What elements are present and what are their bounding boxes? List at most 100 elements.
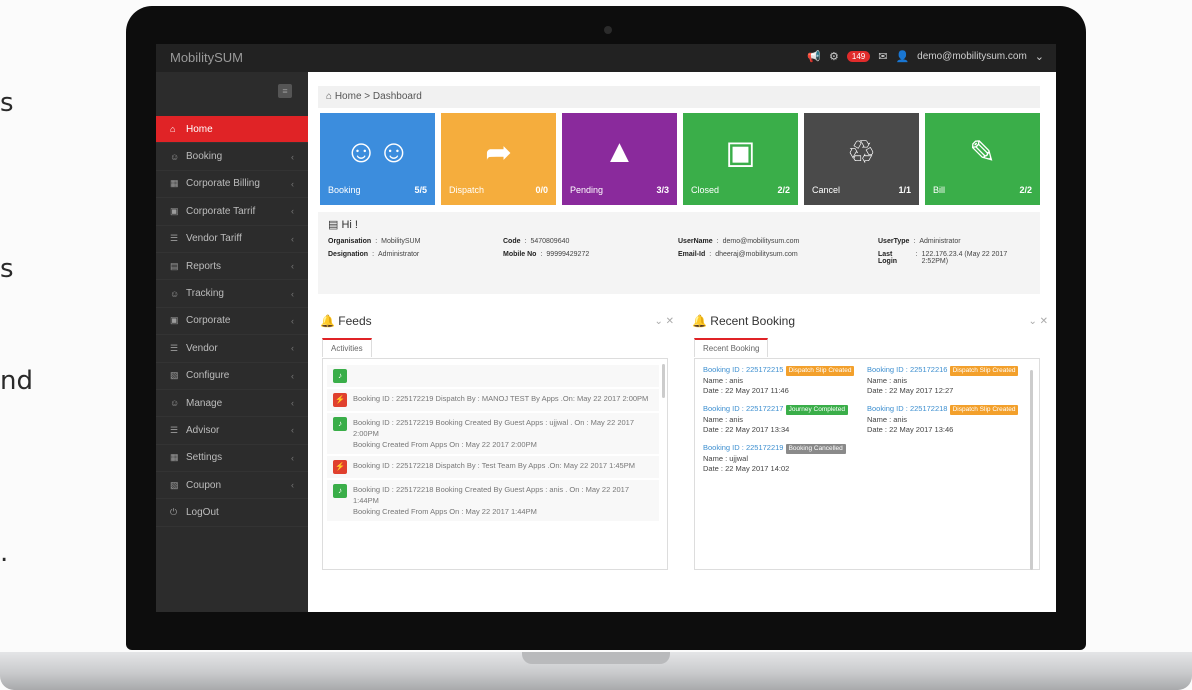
feed-item: ♪ Booking ID : 225172219 Booking Created … [327, 413, 659, 454]
tab-recent-booking[interactable]: Recent Booking [694, 338, 769, 357]
booking-card: Booking ID : 225172215 Dispatch Slip Cre… [703, 365, 867, 396]
settings-icon[interactable]: ⚙ [829, 50, 839, 63]
profile-label: Code [503, 238, 521, 245]
chevron-left-icon: ‹ [291, 425, 294, 436]
tile-label: Bill [933, 185, 946, 195]
collapse-icon[interactable]: ⌄ [654, 316, 662, 327]
tile-pending[interactable]: ▲ Pending 3/3 [562, 113, 677, 205]
user-icon: ☺ [170, 398, 180, 409]
users-icon: ☺☺ [344, 133, 411, 169]
colon: : [524, 238, 527, 245]
panel-controls: ⌄ ✕ [1028, 316, 1048, 327]
power-icon: ⏻ [170, 507, 178, 518]
booking-id-link[interactable]: Booking ID : 225172218 [867, 404, 947, 413]
chevron-left-icon: ‹ [291, 288, 294, 299]
sidebar-item-advisor[interactable]: ☰ Advisor ‹ [156, 417, 308, 445]
app-title[interactable]: MobilitySUM [170, 50, 243, 65]
tile-label: Cancel [812, 185, 841, 195]
feeds-panel: 🔔 Feeds ⌄ ✕ Activities ♪ ⚡ Booking ID : 22… [320, 314, 674, 572]
tab-activities[interactable]: Activities [322, 338, 372, 357]
list-icon: ☰ [170, 233, 179, 244]
profile-field: UserType: Administrator [878, 238, 1030, 245]
sidebar-item-label: Booking [186, 151, 223, 163]
tile-dispatch[interactable]: ➦ Dispatch 0/0 [441, 113, 556, 205]
profile-value: Administrator [378, 251, 420, 258]
feed-text: Booking ID : 225172218 Booking Created B… [353, 485, 630, 505]
mail-icon[interactable]: ✉ [878, 50, 887, 63]
tile-bill[interactable]: ✎ Bill 2/2 [925, 113, 1040, 205]
booking-id-link[interactable]: Booking ID : 225172217 [703, 404, 783, 413]
recent-scrollbar[interactable] [1030, 370, 1033, 570]
sidebar-item-label: LogOut [186, 507, 219, 519]
menu-toggle-icon[interactable]: ≡ [278, 84, 292, 98]
sidebar-item-configure[interactable]: ▧ Configure ‹ [156, 363, 308, 390]
briefcase-icon: ▣ [725, 134, 756, 170]
chevron-left-icon: ‹ [291, 343, 294, 354]
sidebar-item-label: Tracking [186, 288, 224, 300]
sidebar-item-logout[interactable]: ⏻ LogOut [156, 499, 308, 527]
breadcrumb: ⌂ Home > Dashboard [318, 86, 1040, 108]
feeds-scrollbar[interactable] [662, 364, 665, 398]
sidebar-item-vendor[interactable]: ☰ Vendor ‹ [156, 335, 308, 363]
sidebar-item-vendor-tariff[interactable]: ☰ Vendor Tariff ‹ [156, 226, 308, 253]
sidebar-item-booking[interactable]: ☺ Booking ‹ [156, 143, 308, 171]
profile-label: Mobile No [503, 251, 537, 258]
feeds-list: ♪ ⚡ Booking ID : 225172219 Dispatch By : M… [322, 358, 668, 570]
megaphone-icon[interactable]: 📢 [807, 50, 821, 63]
marketing-image: s s nd . MobilitySUM 📢 ⚙ 149 ✉ 👤 demo@mo… [0, 0, 1192, 690]
notification-badge[interactable]: 149 [846, 51, 871, 62]
feed-text-wrap: Booking ID : 225172218 Dispatch By : Tes… [353, 460, 635, 474]
home-icon: ⌂ [170, 124, 176, 135]
topbar-actions: 📢 ⚙ 149 ✉ 👤 demo@mobilitysum.com ⌄ [807, 50, 1044, 63]
chevron-left-icon: ‹ [291, 452, 294, 463]
sidebar-item-corporate-tarrif[interactable]: ▣ Corporate Tarrif ‹ [156, 198, 308, 226]
sidebar-item-corporate-billing[interactable]: ▦ Corporate Billing ‹ [156, 171, 308, 199]
tile-count: 5/5 [414, 185, 427, 195]
sidebar-item-coupon[interactable]: ▧ Coupon ‹ [156, 472, 308, 500]
tile-label: Dispatch [449, 185, 485, 195]
user-menu[interactable]: demo@mobilitysum.com [917, 51, 1027, 62]
tile-count: 2/2 [1019, 185, 1032, 195]
colon: : [375, 238, 378, 245]
booking-id-link[interactable]: Booking ID : 225172216 [867, 365, 947, 374]
collapse-icon[interactable]: ⌄ [1028, 316, 1036, 327]
image-icon: ▧ [170, 370, 179, 381]
feed-text: Booking ID : 225172219 Dispatch By : MAN… [353, 394, 649, 403]
chevron-down-icon[interactable]: ⌄ [1035, 50, 1044, 63]
booking-id-link[interactable]: Booking ID : 225172215 [703, 365, 783, 374]
chevron-left-icon: ‹ [291, 398, 294, 409]
close-icon[interactable]: ✕ [666, 316, 674, 327]
table-icon: ▦ [170, 452, 179, 463]
top-navbar: MobilitySUM 📢 ⚙ 149 ✉ 👤 demo@mobilitysum… [156, 44, 1056, 72]
sidebar-item-reports[interactable]: ▤ Reports ‹ [156, 253, 308, 281]
feed-item: ⚡ Booking ID : 225172219 Dispatch By : MA… [327, 389, 659, 411]
app-screen: MobilitySUM 📢 ⚙ 149 ✉ 👤 demo@mobilitysum… [156, 44, 1056, 612]
sidebar-item-tracking[interactable]: ☺ Tracking ‹ [156, 280, 308, 308]
greeting-text: Hi ! [341, 219, 358, 231]
sidebar-item-corporate[interactable]: ▣ Corporate ‹ [156, 308, 308, 336]
booking-card: Booking ID : 225172218 Dispatch Slip Cre… [867, 404, 1027, 435]
tile-label: Booking [328, 185, 361, 195]
sidebar-item-manage[interactable]: ☺ Manage ‹ [156, 390, 308, 418]
tile-closed[interactable]: ▣ Closed 2/2 [683, 113, 798, 205]
recent-booking-title: 🔔 Recent Booking [692, 314, 1048, 328]
close-icon[interactable]: ✕ [1040, 316, 1048, 327]
booking-status-badge: Booking Cancelled [785, 444, 846, 454]
profile-value: Administrator [919, 238, 961, 245]
booking-name: Name : anis [867, 376, 908, 385]
bell-icon: ♪ [333, 369, 347, 383]
panel-controls: ⌄ ✕ [654, 316, 674, 327]
profile-value: dheeraj@mobilitysum.com [715, 251, 798, 258]
sidebar-item-label: Manage [186, 397, 223, 409]
feeds-title: 🔔 Feeds [320, 314, 674, 328]
sidebar-item-settings[interactable]: ▦ Settings ‹ [156, 445, 308, 473]
recent-booking-list: Booking ID : 225172215 Dispatch Slip Cre… [694, 358, 1040, 570]
tile-booking[interactable]: ☺☺ Booking 5/5 [320, 113, 435, 205]
sidebar-item-home[interactable]: ⌂ Home [156, 116, 316, 144]
side-word: s [0, 88, 14, 118]
tile-cancel[interactable]: ♲ Cancel 1/1 [804, 113, 919, 205]
camera-icon [604, 26, 612, 34]
breadcrumb-home[interactable]: Home [335, 91, 362, 102]
booking-date: Date : 22 May 2017 13:34 [703, 425, 790, 434]
booking-id-link[interactable]: Booking ID : 225172219 [703, 443, 783, 452]
